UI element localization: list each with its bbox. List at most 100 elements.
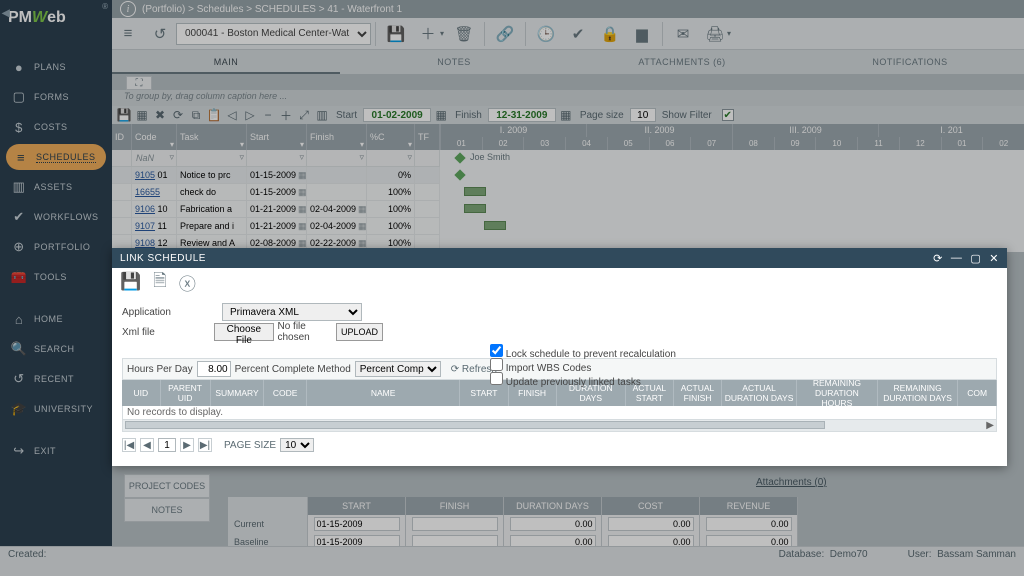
delete-row-icon[interactable]: ✖ <box>152 108 168 122</box>
summary-dur[interactable] <box>510 517 596 531</box>
choose-file-button[interactable]: Choose File <box>214 323 273 341</box>
range-start-input[interactable] <box>363 108 431 122</box>
sidebar-item-tools[interactable]: 🧰TOOLS <box>0 262 112 292</box>
import-col[interactable]: ACTUAL DURATION DAYS <box>722 380 797 406</box>
chart-icon[interactable]: ▥ <box>314 108 330 122</box>
import-col[interactable]: REMAINING DURATION HOURS <box>797 380 878 406</box>
export-icon[interactable]: 🗎 <box>153 268 167 297</box>
next-page-icon[interactable]: ▶ <box>180 438 194 452</box>
approve-icon[interactable]: ✔ <box>562 18 594 50</box>
delete-icon[interactable]: 🗑 <box>448 18 480 50</box>
page-size-select[interactable]: 10 <box>280 438 314 452</box>
range-finish-input[interactable] <box>488 108 556 122</box>
show-filter-checkbox[interactable]: ✔ <box>722 109 734 121</box>
cancel-icon[interactable]: ⓧ <box>179 270 196 295</box>
import-col[interactable]: UID <box>122 380 161 406</box>
col-task[interactable]: Task▾ <box>177 124 247 150</box>
first-page-icon[interactable]: |◀ <box>122 438 136 452</box>
summary-start[interactable] <box>314 517 400 531</box>
col-pc[interactable]: %C▾ <box>367 124 415 150</box>
maximize-icon[interactable]: ▢ <box>970 252 981 265</box>
folder-icon[interactable]: ▆ <box>626 18 658 50</box>
sidebar-item-workflows[interactable]: ✔WORKFLOWS <box>0 202 112 232</box>
grid-scrollbar[interactable]: ◀▶ <box>122 420 997 432</box>
col-start[interactable]: Start▾ <box>247 124 307 150</box>
import-col[interactable]: CODE <box>264 380 306 406</box>
calendar-icon[interactable]: ▦ <box>433 108 449 122</box>
import-col[interactable]: PARENT UID <box>161 380 211 406</box>
tab-project-codes[interactable]: PROJECT CODES <box>124 474 210 498</box>
col-finish[interactable]: Finish▾ <box>307 124 367 150</box>
save-rows-icon[interactable]: 💾 <box>116 108 132 122</box>
import-col[interactable]: COM <box>958 380 997 406</box>
clock-icon[interactable]: 🕒 <box>530 18 562 50</box>
add-row-icon[interactable]: ▦ <box>134 108 150 122</box>
import-col[interactable]: SUMMARY <box>211 380 265 406</box>
project-selector[interactable]: 000041 - Boston Medical Center-Wat <box>176 23 371 45</box>
refresh-icon[interactable]: ⟳ <box>170 108 186 122</box>
page-number-input[interactable] <box>158 438 176 452</box>
save-icon[interactable]: 💾 <box>120 272 141 292</box>
save-icon[interactable]: 💾 <box>380 18 412 50</box>
outdent-icon[interactable]: ◁ <box>224 108 240 122</box>
reload-icon[interactable]: ⟳ <box>933 252 943 265</box>
sidebar-item-plans[interactable]: ●PLANS <box>0 52 112 82</box>
tab-main[interactable]: MAIN <box>112 50 340 74</box>
mail-icon[interactable]: ✉ <box>667 18 699 50</box>
col-id[interactable]: ID <box>112 124 132 150</box>
tab-notes[interactable]: NOTES <box>340 50 568 74</box>
task-row[interactable]: 9106 10Fabrication a01-21-2009▦02-04-200… <box>112 201 440 218</box>
calendar-icon[interactable]: ▦ <box>558 108 574 122</box>
lock-icon[interactable]: 🔒 <box>594 18 626 50</box>
task-row[interactable]: 9107 11Prepare and i01-21-2009▦02-04-200… <box>112 218 440 235</box>
import-col[interactable]: ACTUAL FINISH <box>674 380 722 406</box>
sidebar-item-costs[interactable]: $COSTS <box>0 112 112 142</box>
paste-icon[interactable]: 📋 <box>206 108 222 122</box>
import-wbs-checkbox[interactable]: Import WBS Codes <box>490 358 676 372</box>
sidebar-item-forms[interactable]: ▢FORMS <box>0 82 112 112</box>
link-icon[interactable]: 🔗 <box>489 18 521 50</box>
info-icon[interactable]: i <box>120 1 136 17</box>
tab-notes[interactable]: NOTES <box>124 498 210 522</box>
summary-cost[interactable] <box>608 517 694 531</box>
application-select[interactable]: Primavera XML <box>222 303 362 321</box>
sidebar-item-search[interactable]: 🔍SEARCH <box>0 334 112 364</box>
import-col[interactable]: REMAINING DURATION DAYS <box>878 380 959 406</box>
minimize-icon[interactable]: — <box>951 252 963 265</box>
task-row[interactable]: 16655 check do01-15-2009▦100% <box>112 184 440 201</box>
sidebar-item-schedules[interactable]: ≡SCHEDULES <box>6 144 106 170</box>
sidebar-item-assets[interactable]: ▥ASSETS <box>0 172 112 202</box>
sidebar-item-exit[interactable]: ↪EXIT <box>0 436 112 466</box>
fit-icon[interactable]: ⤢ <box>296 108 312 123</box>
col-tf[interactable]: TF <box>415 124 440 150</box>
copy-icon[interactable]: ⧉ <box>188 108 204 123</box>
update-prev-checkbox[interactable]: Update previously linked tasks <box>490 372 676 386</box>
upload-button[interactable]: UPLOAD <box>336 323 383 341</box>
zoom-out-icon[interactable]: − <box>260 108 276 122</box>
sidebar-item-portfolio[interactable]: ⊕PORTFOLIO <box>0 232 112 262</box>
close-icon[interactable]: ✕ <box>989 252 999 265</box>
pcm-select[interactable]: Percent Complete <box>355 361 441 377</box>
undo-icon[interactable]: ↺ <box>144 18 176 50</box>
menu-icon[interactable]: ≡ <box>112 18 144 50</box>
collapse-sidebar-icon[interactable]: ◀ <box>2 8 10 19</box>
sidebar-item-home[interactable]: ⌂HOME <box>0 304 112 334</box>
tab-notifications[interactable]: NOTIFICATIONS <box>796 50 1024 74</box>
summary-finish[interactable] <box>412 517 498 531</box>
zoom-in-icon[interactable]: ＋ <box>278 107 294 124</box>
attachments-link[interactable]: Attachments (0) <box>756 477 827 488</box>
page-size-input[interactable] <box>630 108 656 122</box>
lock-schedule-checkbox[interactable]: Lock schedule to prevent recalculation <box>490 344 676 358</box>
prev-page-icon[interactable]: ◀ <box>140 438 154 452</box>
sidebar-item-recent[interactable]: ↺RECENT <box>0 364 112 394</box>
task-row[interactable]: 9105 01Notice to prc01-15-2009▦0% <box>112 167 440 184</box>
tab-attachments-[interactable]: ATTACHMENTS (6) <box>568 50 796 74</box>
fullscreen-icon[interactable]: ⛶ <box>126 76 152 90</box>
import-col[interactable]: NAME <box>307 380 461 406</box>
indent-icon[interactable]: ▷ <box>242 108 258 122</box>
sidebar-item-university[interactable]: 🎓UNIVERSITY <box>0 394 112 424</box>
col-code[interactable]: Code▾ <box>132 124 177 150</box>
summary-rev[interactable] <box>706 517 792 531</box>
last-page-icon[interactable]: ▶| <box>198 438 212 452</box>
hours-per-day-input[interactable] <box>197 361 231 377</box>
